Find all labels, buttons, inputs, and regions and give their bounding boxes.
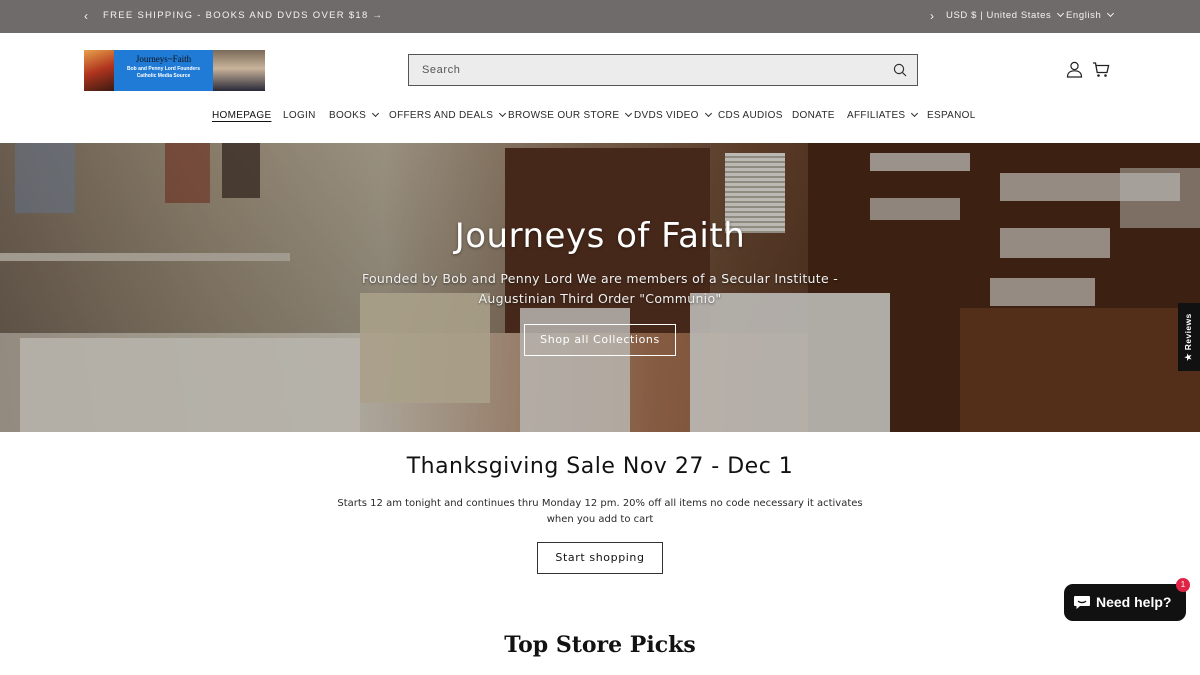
currency-selector[interactable]: USD $ | United States bbox=[946, 9, 1065, 21]
announcement-bar: ‹ FREE SHIPPING - BOOKS AND DVDS OVER $1… bbox=[0, 0, 1200, 33]
nav-cds-audios[interactable]: CDS AUDIOS bbox=[718, 110, 783, 124]
nav-dvds-video[interactable]: DVDS VIDEO bbox=[634, 109, 712, 124]
cart-icon[interactable] bbox=[1092, 61, 1110, 78]
logo-subtitle-1: Bob and Penny Lord Founders bbox=[126, 66, 201, 72]
hero-banner: Journeys of Faith Founded by Bob and Pen… bbox=[0, 143, 1200, 432]
chevron-down-icon bbox=[372, 109, 380, 118]
nav-offers-label: OFFERS AND DEALS bbox=[389, 110, 494, 121]
reviews-side-tab[interactable]: ★ Reviews bbox=[1178, 303, 1200, 371]
chevron-down-icon bbox=[1107, 9, 1115, 18]
chevron-down-icon bbox=[911, 109, 919, 118]
chat-label: Need help? bbox=[1096, 594, 1172, 610]
hero-title: Journeys of Faith bbox=[454, 216, 746, 256]
chevron-down-icon bbox=[704, 109, 712, 118]
chat-bubble-icon bbox=[1074, 596, 1090, 609]
site-logo[interactable]: Journeys~Faith Bob and Penny Lord Founde… bbox=[84, 50, 265, 91]
chevron-left-icon[interactable]: ‹ bbox=[84, 9, 89, 23]
nav-affiliates-label: AFFILIATES bbox=[847, 110, 906, 121]
search-box[interactable] bbox=[408, 54, 918, 86]
nav-homepage-label: HOMEPAGE bbox=[212, 110, 272, 121]
chevron-down-icon bbox=[1057, 9, 1065, 18]
announcement-message[interactable]: FREE SHIPPING - BOOKS AND DVDS OVER $18 … bbox=[103, 10, 383, 21]
nav-donate-label: DONATE bbox=[792, 110, 835, 121]
logo-founders-photo bbox=[213, 50, 265, 91]
chat-notification-badge: 1 bbox=[1176, 578, 1190, 592]
chevron-down-icon bbox=[499, 109, 507, 118]
sale-heading: Thanksgiving Sale Nov 27 - Dec 1 bbox=[406, 454, 794, 479]
search-input[interactable] bbox=[409, 55, 879, 85]
language-label: English bbox=[1066, 10, 1102, 21]
search-icon[interactable] bbox=[893, 63, 907, 77]
hero-subtitle: Founded by Bob and Penny Lord We are mem… bbox=[361, 271, 839, 306]
nav-homepage[interactable]: HOMEPAGE bbox=[212, 110, 271, 124]
nav-browse-our-store[interactable]: BROWSE OUR STORE bbox=[508, 109, 633, 124]
nav-books-label: BOOKS bbox=[329, 110, 367, 121]
nav-browse-label: BROWSE OUR STORE bbox=[508, 110, 620, 121]
nav-login-label: LOGIN bbox=[283, 110, 316, 121]
logo-subtitle-2: Catholic Media Source bbox=[136, 73, 191, 79]
chevron-down-icon bbox=[625, 109, 633, 118]
start-shopping-button[interactable]: Start shopping bbox=[537, 542, 663, 574]
logo-text-block: Journeys~Faith Bob and Penny Lord Founde… bbox=[114, 50, 213, 91]
currency-label: USD $ | United States bbox=[946, 10, 1052, 21]
nav-books[interactable]: BOOKS bbox=[329, 109, 380, 124]
nav-espanol[interactable]: ESPANOL bbox=[927, 110, 976, 124]
shop-all-collections-button[interactable]: Shop all Collections bbox=[524, 324, 676, 356]
logo-angel-image bbox=[84, 50, 114, 91]
sale-description: Starts 12 am tonight and continues thru … bbox=[337, 498, 863, 525]
nav-espanol-label: ESPANOL bbox=[927, 110, 976, 121]
logo-title: Journeys~Faith bbox=[135, 54, 192, 64]
nav-login[interactable]: LOGIN bbox=[283, 110, 316, 124]
reviews-tab-label: ★ Reviews bbox=[1183, 313, 1193, 361]
language-selector[interactable]: English bbox=[1066, 9, 1115, 21]
nav-affiliates[interactable]: AFFILIATES bbox=[847, 109, 919, 124]
nav-dvds-label: DVDS VIDEO bbox=[634, 110, 699, 121]
chat-widget-button[interactable]: Need help? 1 bbox=[1064, 578, 1190, 621]
nav-donate[interactable]: DONATE bbox=[792, 110, 835, 124]
nav-cds-label: CDS AUDIOS bbox=[718, 110, 783, 121]
chevron-right-icon[interactable]: › bbox=[930, 9, 935, 23]
user-icon[interactable] bbox=[1066, 61, 1083, 78]
nav-offers-and-deals[interactable]: OFFERS AND DEALS bbox=[389, 109, 507, 124]
top-store-picks-heading: Top Store Picks bbox=[504, 632, 696, 658]
